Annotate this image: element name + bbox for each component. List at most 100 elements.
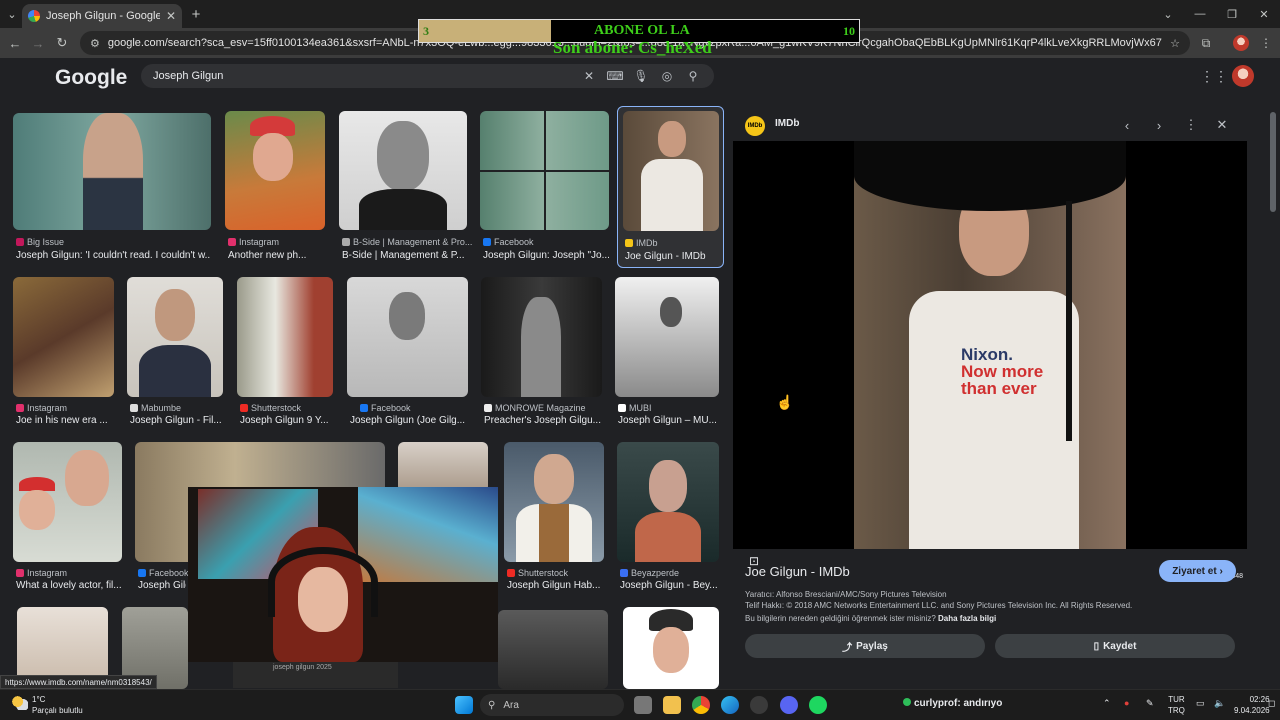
share-button[interactable]: ⤴ Paylaş <box>745 634 985 658</box>
result-source[interactable]: Instagram <box>16 403 67 413</box>
network-icon[interactable]: ▭ <box>1196 698 1205 709</box>
result-caption[interactable]: Joseph Gilgun: 'I couldn't read. I could… <box>16 250 211 261</box>
previous-icon[interactable]: ‹ <box>1117 115 1137 135</box>
voice-search-icon[interactable]: 🎙 <box>632 69 650 83</box>
result-source[interactable]: Shutterstock <box>507 568 568 578</box>
chrome-icon[interactable] <box>692 696 710 714</box>
preview-title[interactable]: Joe Gilgun - IMDb <box>745 564 850 579</box>
profile-avatar[interactable] <box>1233 35 1249 51</box>
minimize-icon[interactable]: — <box>1184 0 1216 28</box>
result-image[interactable] <box>13 277 114 397</box>
clock[interactable]: 02:26 9.04.2026 <box>1234 694 1270 716</box>
search-input[interactable]: Joseph Gilgun <box>153 70 572 82</box>
weather-widget[interactable]: 1°C Parçalı bulutlu <box>12 694 83 716</box>
result-source[interactable]: MONROWE Magazine <box>484 403 586 413</box>
result-image[interactable] <box>225 111 325 230</box>
reload-icon[interactable]: ↻ <box>52 33 72 53</box>
visit-button[interactable]: Ziyaret et › <box>1159 560 1236 582</box>
result-source[interactable]: Facebook <box>138 568 189 578</box>
close-preview-icon[interactable]: ✕ <box>1212 115 1232 135</box>
extensions-icon[interactable]: ⧉ <box>1196 33 1216 53</box>
result-caption[interactable]: B-Side | Management & P... <box>342 250 467 261</box>
result-image[interactable] <box>480 111 609 230</box>
result-image[interactable] <box>13 442 122 562</box>
result-source[interactable]: Instagram <box>228 237 279 247</box>
menu-icon[interactable]: ⋮ <box>1256 33 1276 53</box>
result-source[interactable]: Facebook <box>483 237 534 247</box>
back-icon[interactable]: ← <box>5 33 25 53</box>
google-logo[interactable]: Google <box>55 66 127 90</box>
result-caption[interactable]: Joseph Gilgun: Joseph "Jo... <box>483 250 609 261</box>
more-info-link[interactable]: Daha fazla bilgi <box>938 614 996 623</box>
result-source[interactable]: Mabumbe <box>130 403 181 413</box>
result-caption[interactable]: Joseph Gilgun – MU... <box>618 415 719 426</box>
result-image[interactable] <box>398 442 488 492</box>
result-image[interactable] <box>13 113 211 230</box>
result-source[interactable]: B-Side | Management & Pro... <box>342 237 472 247</box>
result-source[interactable]: IMDb <box>625 238 658 248</box>
spotify-icon[interactable] <box>809 696 827 714</box>
result-source[interactable]: Big Issue <box>16 237 64 247</box>
task-view-icon[interactable] <box>634 696 652 714</box>
restore-icon[interactable]: ❐ <box>1216 0 1248 28</box>
start-icon[interactable] <box>455 696 473 714</box>
result-caption[interactable]: Joseph Gilgun 9 Y... <box>240 415 333 426</box>
result-caption[interactable]: Joseph Gilgun Hab... <box>507 580 604 591</box>
tray-app-icon[interactable]: ● <box>1124 698 1129 708</box>
result-image[interactable] <box>615 277 719 397</box>
discord-icon[interactable] <box>780 696 798 714</box>
result-caption[interactable]: Another new ph... <box>228 250 325 261</box>
result-image[interactable] <box>504 442 604 562</box>
result-image[interactable] <box>498 610 608 689</box>
result-image[interactable] <box>617 442 719 562</box>
result-caption[interactable]: Joe Gilgun - IMDb <box>625 251 721 262</box>
file-explorer-icon[interactable] <box>663 696 681 714</box>
result-caption[interactable]: Joseph Gilgun - Bey... <box>620 580 719 591</box>
forward-icon[interactable]: → <box>28 33 48 53</box>
language-indicator[interactable]: TUR TRQ <box>1168 694 1185 716</box>
notification-icon[interactable]: ◻ <box>1268 698 1275 709</box>
page-scrollbar[interactable] <box>1270 112 1276 212</box>
result-caption[interactable]: Joseph Gilgun - Fil... <box>130 415 223 426</box>
browser-tab[interactable]: Joseph Gilgun - Google'da Ara ✕ <box>22 4 182 28</box>
result-image[interactable] <box>237 277 333 397</box>
search-box[interactable]: Joseph Gilgun ✕ ⌨ 🎙 ◎ ⚲ <box>141 64 714 88</box>
result-caption[interactable]: Preacher's Joseph Gilgu... <box>484 415 602 426</box>
result-image[interactable] <box>623 607 719 689</box>
new-tab-button[interactable]: + <box>186 4 206 24</box>
account-avatar[interactable] <box>1232 65 1254 87</box>
result-source[interactable]: Facebook <box>360 403 411 413</box>
preview-source[interactable]: IMDb <box>775 118 799 129</box>
result-source[interactable]: Beyazperde <box>620 568 679 578</box>
apps-grid-icon[interactable]: ⋮⋮ <box>1200 66 1228 86</box>
result-caption[interactable]: Joseph Gilgun (Joe Gilg... <box>350 415 468 426</box>
taskbar-search[interactable]: ⚲ Ara <box>480 694 624 716</box>
tray-chevron-icon[interactable]: ⌃ <box>1103 698 1111 709</box>
edge-icon[interactable] <box>721 696 739 714</box>
volume-icon[interactable]: 🔈 <box>1214 698 1225 709</box>
more-options-icon[interactable]: ⋮ <box>1181 115 1201 135</box>
obs-icon[interactable] <box>750 696 768 714</box>
keyboard-icon[interactable]: ⌨ <box>606 69 624 83</box>
result-source[interactable]: Instagram <box>16 568 67 578</box>
tab-list-icon[interactable]: ⌄ <box>1152 0 1184 28</box>
search-icon[interactable]: ⚲ <box>684 69 702 83</box>
result-source[interactable]: MUBI <box>618 403 652 413</box>
site-info-icon[interactable]: ⚙ <box>90 37 100 50</box>
preview-image[interactable]: Nixon. Now more than ever ⊡ 1.365 × 2.04… <box>733 141 1247 580</box>
lens-icon[interactable]: ◎ <box>658 69 676 83</box>
result-caption[interactable]: Joseph Gilg... <box>138 580 186 591</box>
result-image[interactable] <box>623 111 719 231</box>
close-window-icon[interactable]: ✕ <box>1248 0 1280 28</box>
result-source[interactable]: Shutterstock <box>240 403 301 413</box>
result-caption[interactable]: Joe in his new era ... <box>16 415 114 426</box>
save-button[interactable]: ▯ Kaydet <box>995 634 1235 658</box>
result-image[interactable] <box>339 111 467 230</box>
result-image[interactable] <box>481 277 602 397</box>
result-image[interactable] <box>347 277 468 397</box>
result-image[interactable] <box>127 277 223 397</box>
selected-result-card[interactable]: IMDb Joe Gilgun - IMDb <box>617 106 724 268</box>
next-icon[interactable]: › <box>1149 115 1169 135</box>
bookmark-star-icon[interactable]: ☆ <box>1170 37 1180 50</box>
tray-pen-icon[interactable]: ✎ <box>1146 698 1154 709</box>
